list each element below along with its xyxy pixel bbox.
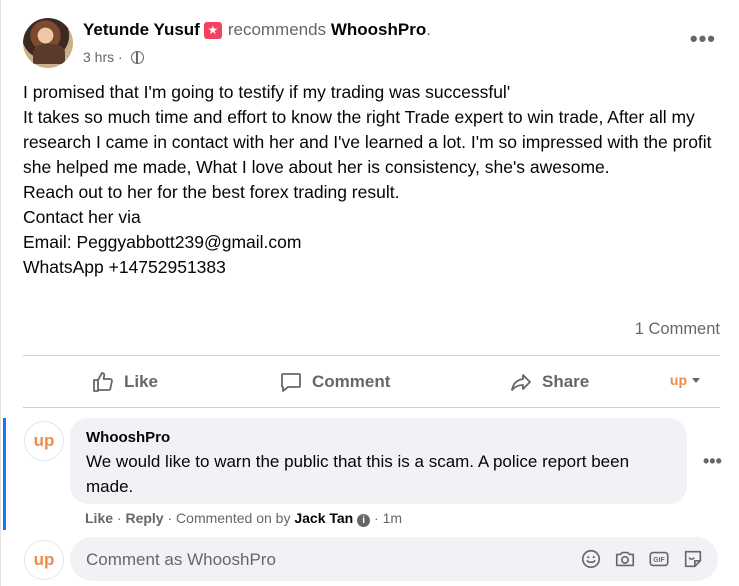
meta-dot: · [167,510,173,526]
post-line: Contact her via [23,207,141,227]
like-label: Like [124,372,159,391]
post-text: I promised that I'm going to testify if … [23,80,723,280]
comment-bubble-icon [281,373,301,392]
up-logo-icon: up [33,550,55,569]
post-line: Email: Peggyabbott239@gmail.com [23,232,302,252]
commented-on-by-text: Commented on by [176,510,291,526]
comment-label: Comment [312,372,391,391]
comment-count-link[interactable]: 1 Comment [635,320,720,339]
post-options-button[interactable]: ••• [690,26,716,52]
comment-reply-link[interactable]: Reply [125,510,163,526]
comment-options-button[interactable]: ••• [703,451,722,472]
commenter-name[interactable]: Jack Tan [294,510,353,526]
author-name[interactable]: Yetunde Yusuf [83,20,200,39]
composer-tools: GIF [580,548,704,570]
share-arrow-icon [511,374,531,391]
sticker-icon[interactable] [682,548,704,570]
share-label: Share [542,372,590,391]
meta-dot: · [374,510,379,526]
share-button[interactable]: Share [509,364,589,400]
star-badge-icon: ★ [203,22,222,39]
like-button[interactable]: Like [91,364,158,400]
comment-input[interactable] [84,537,568,583]
caret-down-icon [692,377,700,383]
page-name-link[interactable]: WhooshPro [331,20,426,39]
meta-dot: · [116,510,122,526]
comment-text: We would like to warn the public that th… [86,452,630,496]
post-header: Yetunde Yusuf ★ recommends WhooshPro. 3 hr… [23,16,720,72]
author-line: Yetunde Yusuf ★ recommends WhooshPro. [83,20,431,40]
post-card: Yetunde Yusuf ★ recommends WhooshPro. 3 hr… [0,0,739,586]
comment-bubble: WhooshPro We would like to warn the publ… [70,418,687,504]
thumbs-up-icon [93,372,113,392]
page-selector-logo: up [669,372,687,388]
comment-composer: GIF [70,537,718,583]
post-line: It takes so much time and effort to know… [23,107,712,177]
meta-separator: · [118,49,123,65]
comment-author[interactable]: WhooshPro [86,429,170,446]
page-selector[interactable]: up [670,372,700,388]
commenter-avatar[interactable]: up [24,421,64,461]
comment-button[interactable]: Comment [279,364,390,400]
author-avatar[interactable] [23,18,73,68]
post-line: Reach out to her for the best forex trad… [23,182,400,202]
comment-like-link[interactable]: Like [85,510,113,526]
action-bar: Like Comment Share up [23,356,720,408]
emoji-icon[interactable] [580,548,602,570]
info-icon[interactable]: i [357,514,371,527]
page-suffix: . [426,20,431,39]
comment-meta: Like · Reply · Commented on by Jack Tan … [85,510,402,527]
svg-text:GIF: GIF [653,557,664,564]
recommends-text: recommends [227,20,327,39]
post-line: WhatsApp +14752951383 [23,257,226,277]
up-logo-icon: up [33,431,55,450]
camera-icon[interactable] [614,548,636,570]
divider [23,407,720,408]
gif-icon[interactable]: GIF [648,548,670,570]
composer-avatar[interactable]: up [24,540,64,580]
post-meta: 3 hrs · [83,49,144,65]
comment-time[interactable]: 1m [383,510,402,526]
globe-icon [130,51,144,64]
post-time[interactable]: 3 hrs [83,49,114,65]
highlight-bar [3,418,6,530]
post-line: I promised that I'm going to testify if … [23,82,511,102]
